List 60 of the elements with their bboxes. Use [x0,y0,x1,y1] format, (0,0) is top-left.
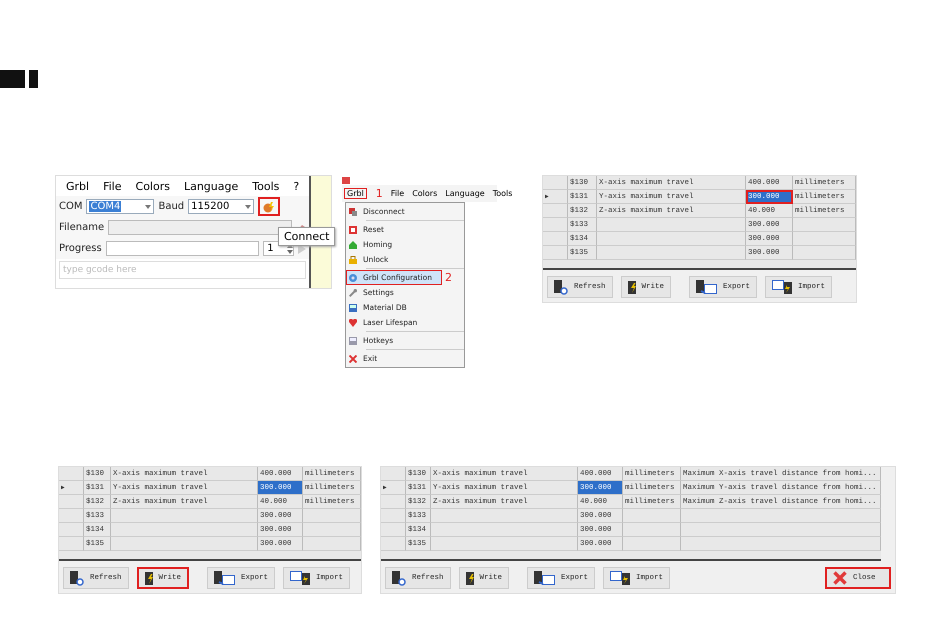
document-import-icon [772,280,792,294]
menu-item[interactable]: Colors [412,189,438,198]
port-dropdown[interactable]: COM4 [86,199,154,214]
field-label: COM [59,201,82,212]
menu-item[interactable]: Tools [492,189,512,198]
spin-arrows-icon [287,244,294,254]
document-lightning-icon [628,280,636,294]
reset-icon [349,226,357,234]
menu-item[interactable]: File [103,180,122,192]
document-import-icon [290,571,310,585]
connect-button[interactable] [258,197,280,216]
step-number: 1 [376,187,383,200]
field-label: Filename [59,222,104,233]
menu-item[interactable]: Tools [252,180,280,192]
menu-item[interactable]: Grbl [345,189,366,198]
gear-icon [349,274,357,282]
document-import-icon [610,571,630,585]
plug-lightning-icon [263,200,276,212]
house-icon [349,240,357,248]
wrench-icon [349,288,357,296]
table-cell [623,509,681,523]
table-cell [793,246,856,260]
book-icon [349,304,357,312]
table-cell [623,523,681,537]
keyboard-icon [349,336,357,344]
field-label: Baud [158,201,184,212]
table-cell [623,537,681,551]
document-export-icon [534,571,556,585]
document-export-icon [214,571,236,585]
table-cell [303,537,361,551]
document-lightning-icon [144,572,153,584]
field-label: Progress [59,243,102,254]
document-lightning-icon [466,572,474,584]
document-magnifier-icon [554,280,568,294]
table-cell [793,218,856,232]
plug-icon [349,208,357,216]
chevron-icon [245,204,252,208]
close-icon [833,571,847,585]
section-marker-icon [0,70,38,88]
step-number: 2 [445,271,452,284]
baud-dropdown[interactable]: 115200 [188,199,254,214]
menu-item[interactable]: Colors [136,180,170,192]
document-magnifier-icon [392,570,406,586]
document-magnifier-icon [70,570,84,586]
document-export-icon [696,280,718,294]
chevron-icon [145,204,152,208]
menu-item[interactable]: Language [184,180,238,192]
app-icon [342,176,350,184]
menu-item[interactable]: ? [293,180,300,192]
padlock-icon [349,256,357,264]
table-cell [793,232,856,246]
menu-item[interactable]: Language [445,189,485,198]
tooltip: Connect [278,227,336,246]
heart-icon [349,318,357,326]
close-icon [349,354,357,362]
table-cell [303,509,361,523]
play-icon [298,244,306,254]
menu-item[interactable]: File [390,189,404,198]
table-cell [303,523,361,537]
menu-item[interactable]: Grbl [66,180,90,192]
